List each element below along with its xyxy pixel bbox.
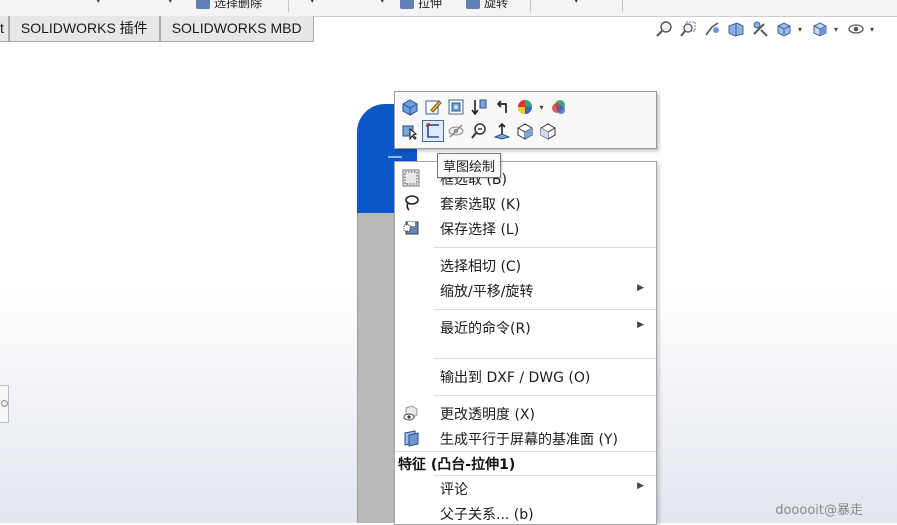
dropdown-arrow-icon[interactable]: ▾ [380,0,385,6]
delete-selection-icon [196,0,210,9]
transparency-icon [401,403,421,423]
dropdown-arrow-icon[interactable]: ▾ [310,0,315,6]
dynamic-annotation-icon[interactable] [750,19,770,39]
edit-feature-icon[interactable] [446,97,466,117]
render-icon[interactable] [548,97,568,117]
menu-item-change-transparency[interactable]: 更改透明度 (X) [395,401,656,425]
feature-manager-collapse-handle[interactable] [0,385,9,423]
menu-item-create-plane[interactable]: 生成平行于屏幕的基准面 (Y) [395,426,656,450]
submenu-arrow-icon: ▶ [637,283,644,293]
dropdown-arrow-icon[interactable]: ▾ [168,0,173,6]
dropdown-arrow-icon[interactable]: ▾ [574,0,579,6]
menu-section-header: 特征 (凸台-拉伸1) [398,457,516,473]
menu-item-lasso-select[interactable]: 套索选取 (K) [395,191,656,215]
tab-partial[interactable]: t [0,16,9,42]
submenu-arrow-icon: ▶ [637,481,644,491]
appearance-dropdown-icon[interactable]: ▾ [538,97,545,117]
menu-item-box-select[interactable]: 框选取 (B) [395,166,656,190]
revolve-button[interactable]: 旋转 [466,0,508,11]
hide-show-dropdown-icon[interactable]: ▾ [870,25,878,34]
submenu-arrow-icon: ▶ [637,320,644,330]
isometric-icon[interactable] [515,121,535,141]
tab-solidworks-mbd[interactable]: SOLIDWORKS MBD [159,16,314,42]
select-other-icon[interactable] [400,121,420,141]
menu-item-export-dxf-dwg[interactable]: 输出到 DXF / DWG (O) [395,364,656,388]
watermark: dooooit@暴走 [775,503,863,518]
parent-icon[interactable] [492,97,512,117]
command-manager-tabs: t SOLIDWORKS 插件 SOLIDWORKS MBD [0,16,314,42]
tab-solidworks-addins[interactable]: SOLIDWORKS 插件 [8,16,160,42]
menu-item-save-selection[interactable]: 保存选择 (L) [395,216,656,240]
zoom-selection-icon[interactable] [469,121,489,141]
menu-item-zoom-pan-rotate[interactable]: 缩放/平移/旋转 ▶ [395,278,656,302]
zoom-area-icon[interactable] [678,19,698,39]
section-view-icon[interactable] [726,19,746,39]
save-selection-icon [401,218,421,238]
display-style-icon[interactable] [810,19,830,39]
extrude-icon [400,0,414,9]
plane-icon [401,428,421,448]
box-select-icon [401,168,421,188]
dropdown-arrow-icon[interactable]: ▾ [96,0,101,6]
normal-to-icon[interactable] [492,121,512,141]
display-style-dropdown-icon[interactable]: ▾ [834,25,842,34]
context-menu: 框选取 (B) 套索选取 (K) 保存选择 (L) 选择相切 (C) 缩放/平移… [394,161,657,525]
context-toolbar: ▾ [394,91,657,149]
delete-selection-button[interactable]: 选择删除 [196,0,262,11]
zoom-to-fit-icon[interactable] [654,19,674,39]
appearance-color-icon[interactable] [515,97,535,117]
hide-icon[interactable] [446,121,466,141]
view-orientation-icon[interactable] [774,19,794,39]
hide-show-icon[interactable] [846,19,866,39]
menu-item-comment[interactable]: 评论 ▶ [395,476,656,500]
revolve-icon [466,0,480,9]
sketch-icon[interactable] [422,120,444,142]
ribbon-strip: ▾ ▾ 选择删除 ▾ ▾ 拉伸 旋转 ▾ [0,0,897,17]
rollback-icon[interactable] [469,97,489,117]
sketch-tooltip: 草图绘制 [437,153,502,178]
appearance-icon[interactable] [400,97,420,117]
lasso-select-icon [401,193,421,213]
view-cube-icon[interactable] [538,121,558,141]
heads-up-view-toolbar: ▾ ▾ ▾ [654,19,878,39]
face-highlight-edge [388,156,402,158]
menu-item-parent-child[interactable]: 父子关系... (b) [395,501,656,524]
edit-sketch-icon[interactable] [423,97,443,117]
menu-item-select-tangency[interactable]: 选择相切 (C) [395,253,656,277]
extrude-button[interactable]: 拉伸 [400,0,442,11]
view-orientation-dropdown-icon[interactable]: ▾ [798,25,806,34]
menu-item-recent-commands[interactable]: 最近的命令(R) ▶ [395,315,656,339]
previous-view-icon[interactable] [702,19,722,39]
